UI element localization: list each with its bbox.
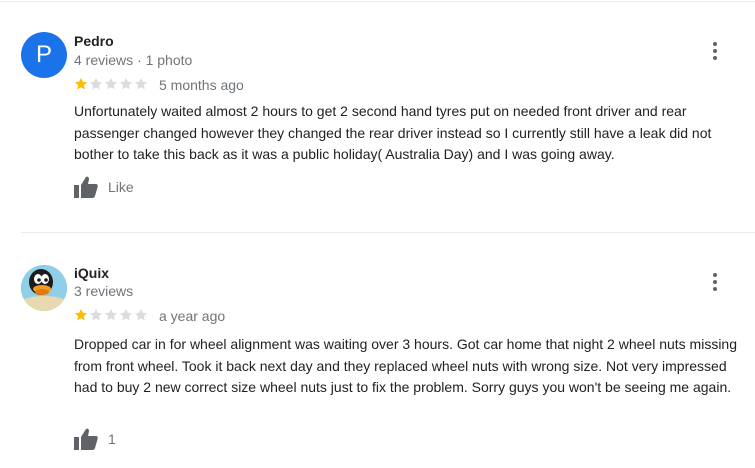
like-label: Like	[108, 179, 134, 195]
star-empty-icon	[134, 77, 148, 90]
star-empty-icon	[104, 308, 118, 321]
more-vert-icon[interactable]	[705, 272, 725, 292]
star-empty-icon	[119, 308, 133, 321]
duck-avatar-icon[interactable]	[21, 265, 67, 311]
star-filled-icon	[74, 77, 88, 90]
review-text: Unfortunately waited almost 2 hours to g…	[74, 103, 712, 162]
reviewer-name[interactable]: Pedro	[74, 33, 114, 49]
reviewer-meta[interactable]: 3 reviews	[74, 283, 133, 299]
star-empty-icon	[134, 308, 148, 321]
star-rating	[74, 308, 148, 322]
reviewer-meta[interactable]: 4 reviews · 1 photo	[74, 52, 192, 68]
like-count: 1	[108, 431, 116, 447]
review-card: P Pedro 4 reviews · 1 photo 5 months ago…	[0, 0, 755, 232]
star-filled-icon	[74, 308, 88, 321]
like-button[interactable]: 1	[74, 428, 116, 450]
review-card: iQuix 3 reviews a year ago Dropped car i…	[0, 233, 755, 468]
avatar[interactable]: P	[21, 32, 67, 78]
review-text: Dropped car in for wheel alignment was w…	[74, 336, 738, 395]
star-empty-icon	[104, 77, 118, 90]
reviewer-name[interactable]: iQuix	[74, 265, 109, 281]
like-button[interactable]: Like	[74, 176, 134, 198]
thumbs-up-icon	[74, 428, 98, 450]
thumbs-up-icon	[74, 176, 98, 198]
more-vert-icon[interactable]	[705, 41, 725, 61]
star-empty-icon	[119, 77, 133, 90]
review-time: 5 months ago	[159, 77, 244, 93]
review-time: a year ago	[159, 308, 226, 324]
star-empty-icon	[89, 308, 103, 321]
star-empty-icon	[89, 77, 103, 90]
star-rating	[74, 77, 148, 91]
